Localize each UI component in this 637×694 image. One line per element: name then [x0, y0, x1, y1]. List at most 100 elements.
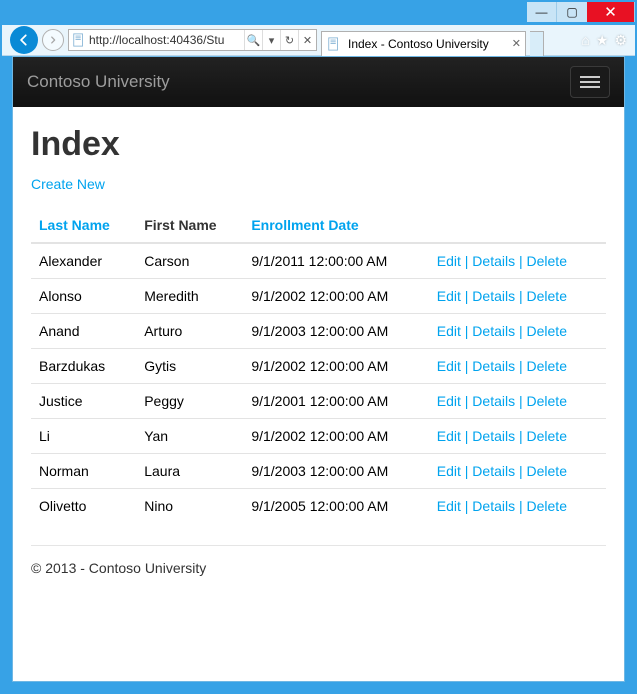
sort-last-name-link[interactable]: Last Name	[39, 217, 110, 233]
refresh-icon[interactable]: ↻	[280, 30, 298, 50]
cell-actions: Edit | Details | Delete	[429, 243, 606, 279]
url-input[interactable]	[89, 31, 244, 49]
table-row: AlexanderCarson9/1/2011 12:00:00 AMEdit …	[31, 243, 606, 279]
edit-link[interactable]: Edit	[437, 463, 461, 479]
cell-actions: Edit | Details | Delete	[429, 349, 606, 384]
arrow-right-icon	[48, 35, 58, 45]
cell-actions: Edit | Details | Delete	[429, 384, 606, 419]
footer-text: © 2013 - Contoso University	[31, 560, 606, 592]
tab-title: Index - Contoso University	[348, 37, 508, 51]
delete-link[interactable]: Delete	[527, 393, 567, 409]
browser-window: — ▢ ✕ 🔍 ▾ ↻ ✕ I	[2, 2, 635, 692]
delete-link[interactable]: Delete	[527, 463, 567, 479]
cell-enrollment-date: 9/1/2003 12:00:00 AM	[243, 454, 428, 489]
table-body: AlexanderCarson9/1/2011 12:00:00 AMEdit …	[31, 243, 606, 523]
favorites-icon[interactable]: ★	[596, 32, 609, 49]
page-viewport: Contoso University Index Create New Last…	[12, 56, 625, 682]
cell-first-name: Nino	[136, 489, 243, 524]
cell-first-name: Carson	[136, 243, 243, 279]
cell-enrollment-date: 9/1/2002 12:00:00 AM	[243, 279, 428, 314]
cell-enrollment-date: 9/1/2002 12:00:00 AM	[243, 419, 428, 454]
cell-actions: Edit | Details | Delete	[429, 454, 606, 489]
cell-first-name: Yan	[136, 419, 243, 454]
sort-enrollment-date-link[interactable]: Enrollment Date	[251, 217, 358, 233]
new-tab-button[interactable]	[530, 31, 544, 56]
cell-actions: Edit | Details | Delete	[429, 314, 606, 349]
delete-link[interactable]: Delete	[527, 253, 567, 269]
cell-enrollment-date: 9/1/2002 12:00:00 AM	[243, 349, 428, 384]
details-link[interactable]: Details	[472, 463, 515, 479]
header-actions	[429, 208, 606, 243]
stop-icon[interactable]: ✕	[298, 30, 316, 50]
cell-first-name: Gytis	[136, 349, 243, 384]
cell-last-name: Alonso	[31, 279, 136, 314]
details-link[interactable]: Details	[472, 498, 515, 514]
edit-link[interactable]: Edit	[437, 498, 461, 514]
delete-link[interactable]: Delete	[527, 358, 567, 374]
table-header-row: Last Name First Name Enrollment Date	[31, 208, 606, 243]
browser-tool-icons: ⌂ ★ ⚙	[581, 32, 631, 49]
nav-toggle-button[interactable]	[570, 66, 610, 98]
cell-enrollment-date: 9/1/2005 12:00:00 AM	[243, 489, 428, 524]
cell-enrollment-date: 9/1/2001 12:00:00 AM	[243, 384, 428, 419]
window-titlebar: — ▢ ✕	[2, 2, 635, 25]
hamburger-icon	[580, 86, 600, 88]
details-link[interactable]: Details	[472, 358, 515, 374]
window-minimize-button[interactable]: —	[527, 2, 557, 22]
tools-icon[interactable]: ⚙	[614, 32, 627, 49]
footer-divider	[31, 545, 606, 546]
cell-last-name: Justice	[31, 384, 136, 419]
cell-last-name: Norman	[31, 454, 136, 489]
table-row: AnandArturo9/1/2003 12:00:00 AMEdit | De…	[31, 314, 606, 349]
page-icon	[326, 36, 342, 52]
create-new-link[interactable]: Create New	[31, 176, 105, 192]
window-maximize-button[interactable]: ▢	[557, 2, 587, 22]
page-body: Index Create New Last Name First Name En…	[13, 107, 624, 616]
details-link[interactable]: Details	[472, 323, 515, 339]
table-row: OlivettoNino9/1/2005 12:00:00 AMEdit | D…	[31, 489, 606, 524]
forward-button[interactable]	[42, 29, 64, 51]
cell-last-name: Olivetto	[31, 489, 136, 524]
edit-link[interactable]: Edit	[437, 323, 461, 339]
cell-first-name: Laura	[136, 454, 243, 489]
cell-last-name: Anand	[31, 314, 136, 349]
details-link[interactable]: Details	[472, 253, 515, 269]
cell-last-name: Li	[31, 419, 136, 454]
table-row: BarzdukasGytis9/1/2002 12:00:00 AMEdit |…	[31, 349, 606, 384]
delete-link[interactable]: Delete	[527, 323, 567, 339]
edit-link[interactable]: Edit	[437, 288, 461, 304]
cell-last-name: Alexander	[31, 243, 136, 279]
tab-close-button[interactable]: ✕	[512, 37, 521, 50]
delete-link[interactable]: Delete	[527, 498, 567, 514]
home-icon[interactable]: ⌂	[581, 32, 589, 49]
cell-actions: Edit | Details | Delete	[429, 419, 606, 454]
site-navbar: Contoso University	[13, 57, 624, 107]
edit-link[interactable]: Edit	[437, 393, 461, 409]
cell-last-name: Barzdukas	[31, 349, 136, 384]
arrow-left-icon	[17, 33, 31, 47]
table-row: AlonsoMeredith9/1/2002 12:00:00 AMEdit |…	[31, 279, 606, 314]
back-button[interactable]	[10, 26, 38, 54]
table-row: NormanLaura9/1/2003 12:00:00 AMEdit | De…	[31, 454, 606, 489]
edit-link[interactable]: Edit	[437, 253, 461, 269]
details-link[interactable]: Details	[472, 288, 515, 304]
details-link[interactable]: Details	[472, 428, 515, 444]
window-close-button[interactable]: ✕	[587, 2, 635, 22]
table-row: JusticePeggy9/1/2001 12:00:00 AMEdit | D…	[31, 384, 606, 419]
page-icon	[71, 32, 87, 48]
students-table: Last Name First Name Enrollment Date Ale…	[31, 208, 606, 523]
hamburger-icon	[580, 81, 600, 83]
delete-link[interactable]: Delete	[527, 288, 567, 304]
header-first-name: First Name	[136, 208, 243, 243]
cell-first-name: Meredith	[136, 279, 243, 314]
edit-link[interactable]: Edit	[437, 428, 461, 444]
details-link[interactable]: Details	[472, 393, 515, 409]
search-icon[interactable]: 🔍	[244, 30, 262, 50]
dropdown-icon[interactable]: ▾	[262, 30, 280, 50]
brand-label[interactable]: Contoso University	[27, 72, 170, 92]
edit-link[interactable]: Edit	[437, 358, 461, 374]
cell-actions: Edit | Details | Delete	[429, 279, 606, 314]
address-bar[interactable]: 🔍 ▾ ↻ ✕	[68, 29, 317, 51]
delete-link[interactable]: Delete	[527, 428, 567, 444]
browser-tab[interactable]: Index - Contoso University ✕	[321, 31, 526, 56]
